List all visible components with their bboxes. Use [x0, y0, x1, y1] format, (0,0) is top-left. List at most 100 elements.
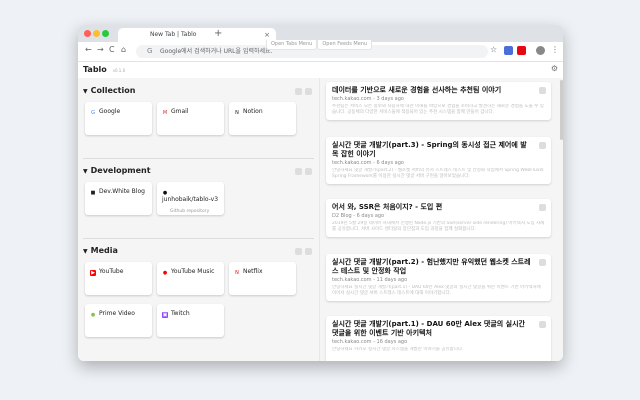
back-icon[interactable]: ←: [85, 45, 92, 54]
site-favicon-icon: ●: [162, 270, 168, 276]
new-tab-button[interactable]: +: [214, 27, 222, 41]
close-window-button[interactable]: [84, 30, 91, 37]
menu-dots-icon[interactable]: ⋮: [551, 45, 559, 54]
feed-card[interactable]: 실시간 댓글 개발기(part.2) - 험난했지만 유익했던 웹소켓 스트레스…: [326, 254, 551, 301]
section-actions: [292, 168, 312, 177]
app-logo: Tablo v0.1.0: [83, 65, 125, 74]
section-divider: [83, 158, 314, 159]
bookmark-label: Gmail: [171, 108, 189, 115]
collections-panel: ▼ Collection G Google M Gmail N Notion ▼ Developm…: [78, 78, 319, 361]
section-title[interactable]: ▼ Development: [83, 166, 151, 175]
gear-icon[interactable]: [305, 168, 312, 175]
feed-card[interactable]: 데이터를 기반으로 새로운 경험을 선사하는 추천팀 이야기 tech.kakao…: [326, 82, 551, 120]
gear-icon[interactable]: [305, 248, 312, 255]
feed-title[interactable]: 실시간 댓글 개발기(part.1) - DAU 60만 Alex 댓글의 실시…: [332, 320, 545, 338]
feed-title[interactable]: 실시간 댓글 개발기(part.2) - 험난했지만 유익했던 웹소켓 스트레스…: [332, 258, 545, 276]
save-feed-icon[interactable]: [539, 142, 546, 149]
feeds-panel: 데이터를 기반으로 새로운 경험을 선사하는 추천팀 이야기 tech.kakao…: [319, 78, 563, 361]
site-favicon-icon: M: [162, 110, 168, 116]
section-title[interactable]: ▼ Media: [83, 246, 118, 255]
bookmark-card[interactable]: N Netflix: [229, 262, 296, 295]
site-favicon-icon: ▶: [90, 270, 96, 276]
bookmark-card[interactable]: G Google: [85, 102, 152, 135]
site-favicon-icon: ■: [90, 190, 96, 196]
chevron-down-icon[interactable]: ▼: [83, 168, 88, 175]
bookmark-label: Netflix: [243, 268, 263, 275]
bookmark-description: Github repository: [170, 209, 210, 214]
forward-icon[interactable]: →: [97, 45, 104, 54]
site-favicon-icon: N: [234, 110, 240, 116]
feed-card[interactable]: 실시간 댓글 개발기(part.1) - DAU 60만 Alex 댓글의 실시…: [326, 316, 551, 361]
bookmark-label: Google: [99, 108, 121, 115]
save-feed-icon[interactable]: [539, 259, 546, 266]
maximize-window-button[interactable]: [102, 30, 109, 37]
feed-meta: tech.kakao.com - 16 days ago: [332, 339, 408, 345]
app-header: Tablo v0.1.0 ⚙: [78, 62, 563, 79]
bookmark-star-icon[interactable]: ☆: [490, 45, 497, 54]
bookmark-label: Dev.White Blog: [99, 188, 145, 195]
bookmark-label: Twitch: [171, 310, 190, 317]
save-feed-icon[interactable]: [539, 321, 546, 328]
save-feed-icon[interactable]: [539, 87, 546, 94]
save-icon[interactable]: [295, 248, 302, 255]
feeds-scrollbar[interactable]: [560, 80, 563, 140]
home-icon[interactable]: ⌂: [121, 45, 126, 54]
feed-excerpt: 안녕하세요 실시간 댓글 개발기(part.1) - DAU 60만 Alex …: [332, 285, 541, 296]
save-icon[interactable]: [295, 168, 302, 175]
bookmark-card[interactable]: ▶ YouTube: [85, 262, 152, 295]
bookmark-card[interactable]: ■ Dev.White Blog: [85, 182, 152, 215]
top-menus: Open Tabs Menu Open Feeds Menu: [266, 40, 373, 50]
app-logo-text: Tablo: [83, 65, 107, 74]
bookmark-label: junhobaik/tablo-v3: [162, 196, 219, 203]
browser-window: New Tab | Tablo × + ← → C ⌂ G Google에서 검…: [78, 25, 563, 361]
bookmark-card[interactable]: ● Prime Video: [85, 304, 152, 337]
bookmark-label: Prime Video: [99, 310, 135, 317]
site-favicon-icon: N: [234, 270, 240, 276]
bookmark-card[interactable]: ● YouTube Music: [157, 262, 224, 295]
settings-gear-icon[interactable]: ⚙: [551, 64, 558, 73]
google-icon: G: [147, 47, 153, 55]
chevron-down-icon[interactable]: ▼: [83, 88, 88, 95]
site-favicon-icon: ●: [90, 312, 96, 318]
save-feed-icon[interactable]: [539, 204, 546, 211]
feed-title[interactable]: 데이터를 기반으로 새로운 경험을 선사하는 추천팀 이야기: [332, 86, 545, 95]
section-title-text: Media: [90, 246, 118, 255]
bookmark-card[interactable]: ●junhobaik/tablo-v3 Github repository: [157, 182, 224, 215]
tab-active[interactable]: New Tab | Tablo ×: [118, 28, 276, 42]
feed-excerpt: 안녕하세요 댓글 개발기(part.2) - 웹소켓 서버의 유저 스트레스 테…: [332, 168, 544, 179]
section-title[interactable]: ▼ Collection: [83, 86, 135, 95]
bookmark-label: YouTube Music: [171, 268, 215, 275]
extension-icon-1[interactable]: [504, 46, 513, 55]
feed-meta: tech.kakao.com - 3 days ago: [332, 96, 404, 102]
chevron-down-icon[interactable]: ▼: [83, 248, 88, 255]
feed-meta: D2 Blog - 6 days ago: [332, 213, 385, 219]
section-actions: [292, 88, 312, 97]
bookmark-label: YouTube: [99, 268, 124, 275]
feed-card[interactable]: 실시간 댓글 개발기(part.3) - Spring의 동시성 접근 제어에 …: [326, 137, 551, 184]
avatar[interactable]: [536, 46, 545, 55]
feed-card[interactable]: 어서 와, SSR은 처음이지? - 도입 편 D2 Blog - 6 days …: [326, 199, 551, 237]
open-tabs-menu-button[interactable]: Open Tabs Menu: [266, 40, 318, 50]
feed-excerpt: 안녕하세요 카카오 실시간 댓글 시스템을 개발한 이야기를 공유합니다.: [332, 347, 464, 352]
reload-icon[interactable]: C: [109, 45, 115, 54]
bookmark-card[interactable]: M Gmail: [157, 102, 224, 135]
bookmark-card[interactable]: N Notion: [229, 102, 296, 135]
omnibox-placeholder: Google에서 검색하거나 URL을 입력하세요.: [160, 48, 273, 55]
save-icon[interactable]: [295, 88, 302, 95]
feed-title[interactable]: 어서 와, SSR은 처음이지? - 도입 편: [332, 203, 545, 212]
feed-excerpt: 2019년 5월 29일 네이버 사내에서 진행된 Node.js 기반의 SS…: [332, 221, 545, 232]
section-title-text: Collection: [90, 86, 136, 95]
feed-excerpt: 추천팀은 서비스 모든 정보와 사용자에 대한 이해를 바탕으로 경험을 소비하…: [332, 104, 544, 115]
minimize-window-button[interactable]: [93, 30, 100, 37]
gear-icon[interactable]: [305, 88, 312, 95]
site-favicon-icon: ▣: [162, 312, 168, 318]
open-feeds-menu-button[interactable]: Open Feeds Menu: [317, 40, 373, 50]
site-favicon-icon: G: [90, 110, 96, 116]
section-actions: [292, 248, 312, 257]
feed-title[interactable]: 실시간 댓글 개발기(part.3) - Spring의 동시성 접근 제어에 …: [332, 141, 545, 159]
bookmark-card[interactable]: ▣ Twitch: [157, 304, 224, 337]
feed-meta: tech.kakao.com - 6 days ago: [332, 160, 404, 166]
section-divider: [83, 238, 314, 239]
extension-icon-2[interactable]: [517, 46, 526, 55]
app-version: v0.1.0: [112, 68, 126, 73]
